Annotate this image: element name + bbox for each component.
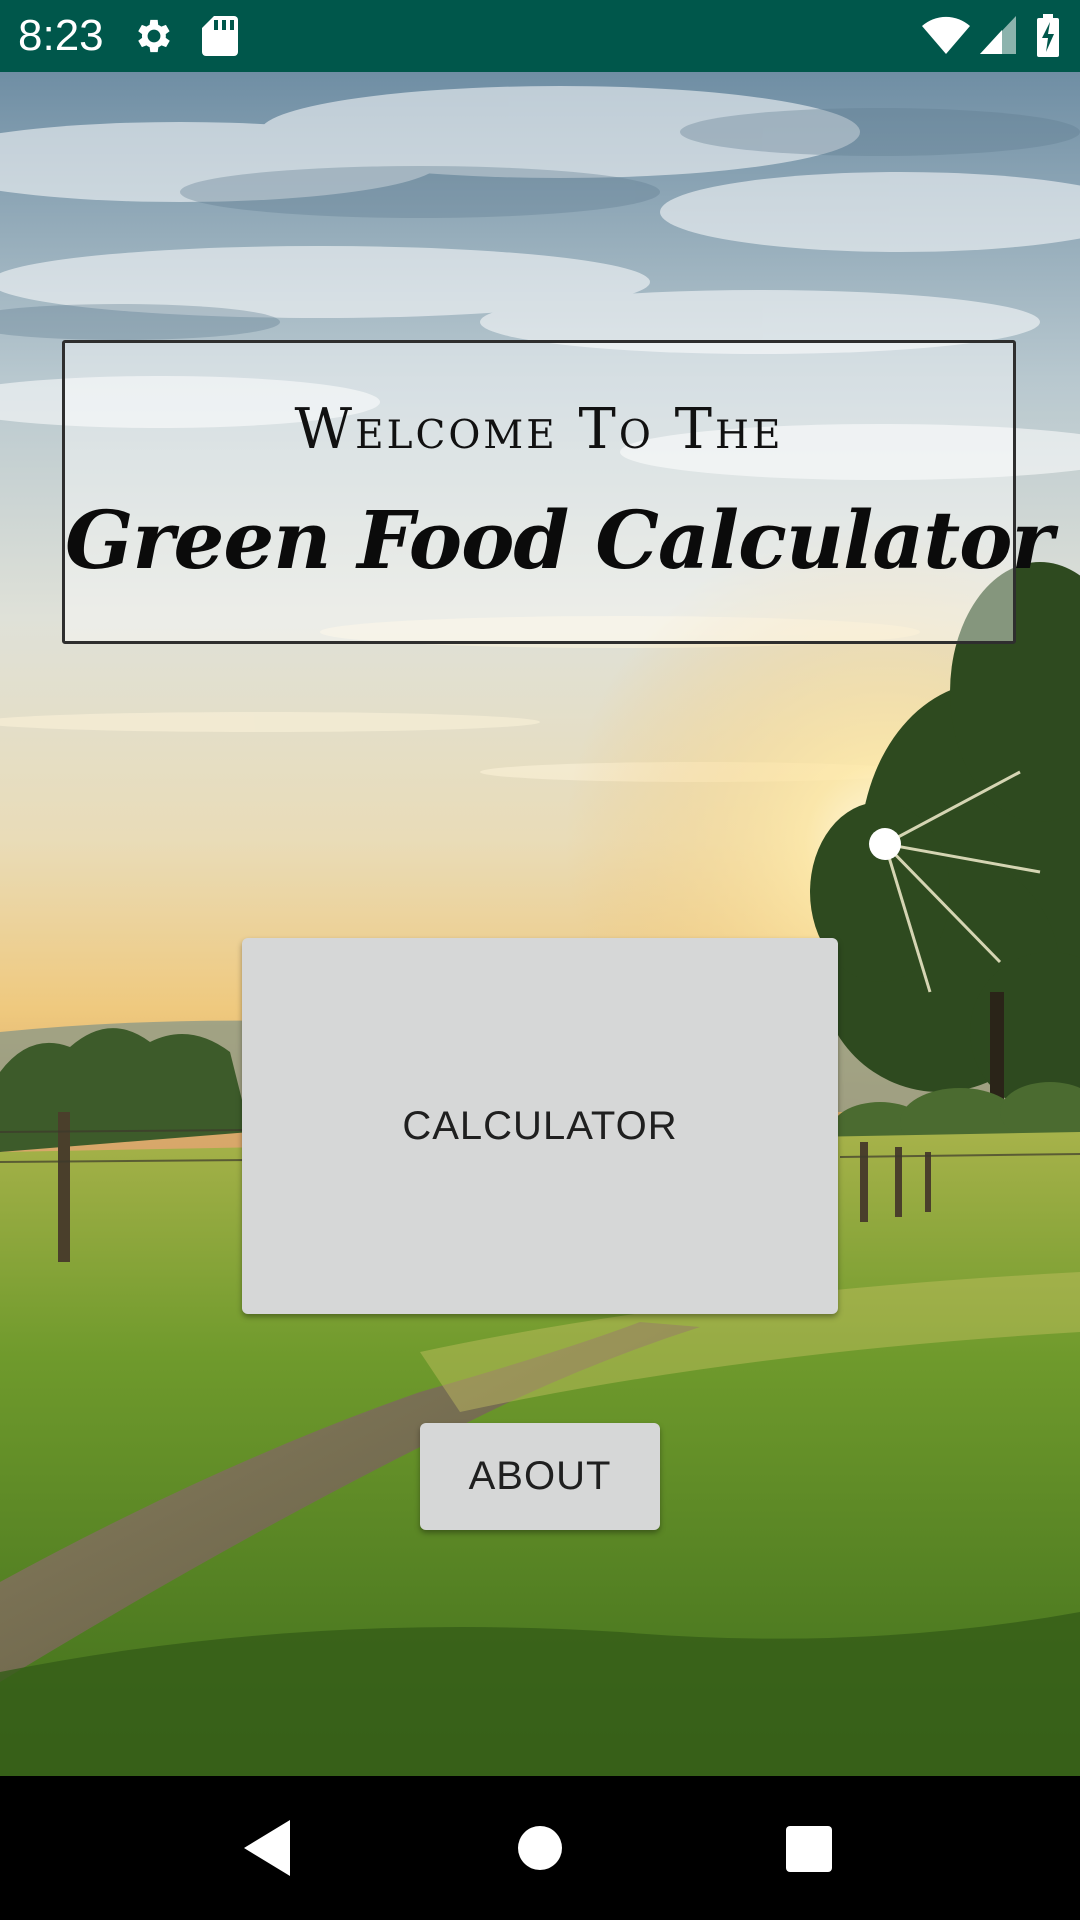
navigation-bar	[0, 1776, 1080, 1920]
welcome-panel: Welcome To The Green Food Calculator	[62, 340, 1054, 644]
sd-card-icon	[202, 14, 238, 63]
wifi-icon	[922, 16, 970, 61]
status-bar: 8:23	[0, 0, 1080, 72]
about-button[interactable]: ABOUT	[420, 1423, 660, 1530]
home-icon[interactable]	[518, 1826, 562, 1875]
back-icon[interactable]	[244, 1820, 290, 1881]
cell-signal-icon	[980, 16, 1016, 59]
calculator-button[interactable]: CALCULATOR	[242, 938, 838, 1314]
app-title: Green Food Calculator	[65, 493, 1054, 587]
settings-gear-icon	[132, 14, 176, 63]
screen: 8:23 Welcome To The Green Food Calculato…	[0, 0, 1080, 1920]
welcome-text: Welcome To The	[294, 397, 784, 462]
status-time: 8:23	[18, 11, 104, 60]
recents-icon[interactable]	[786, 1826, 832, 1877]
battery-charging-icon	[1036, 14, 1060, 63]
